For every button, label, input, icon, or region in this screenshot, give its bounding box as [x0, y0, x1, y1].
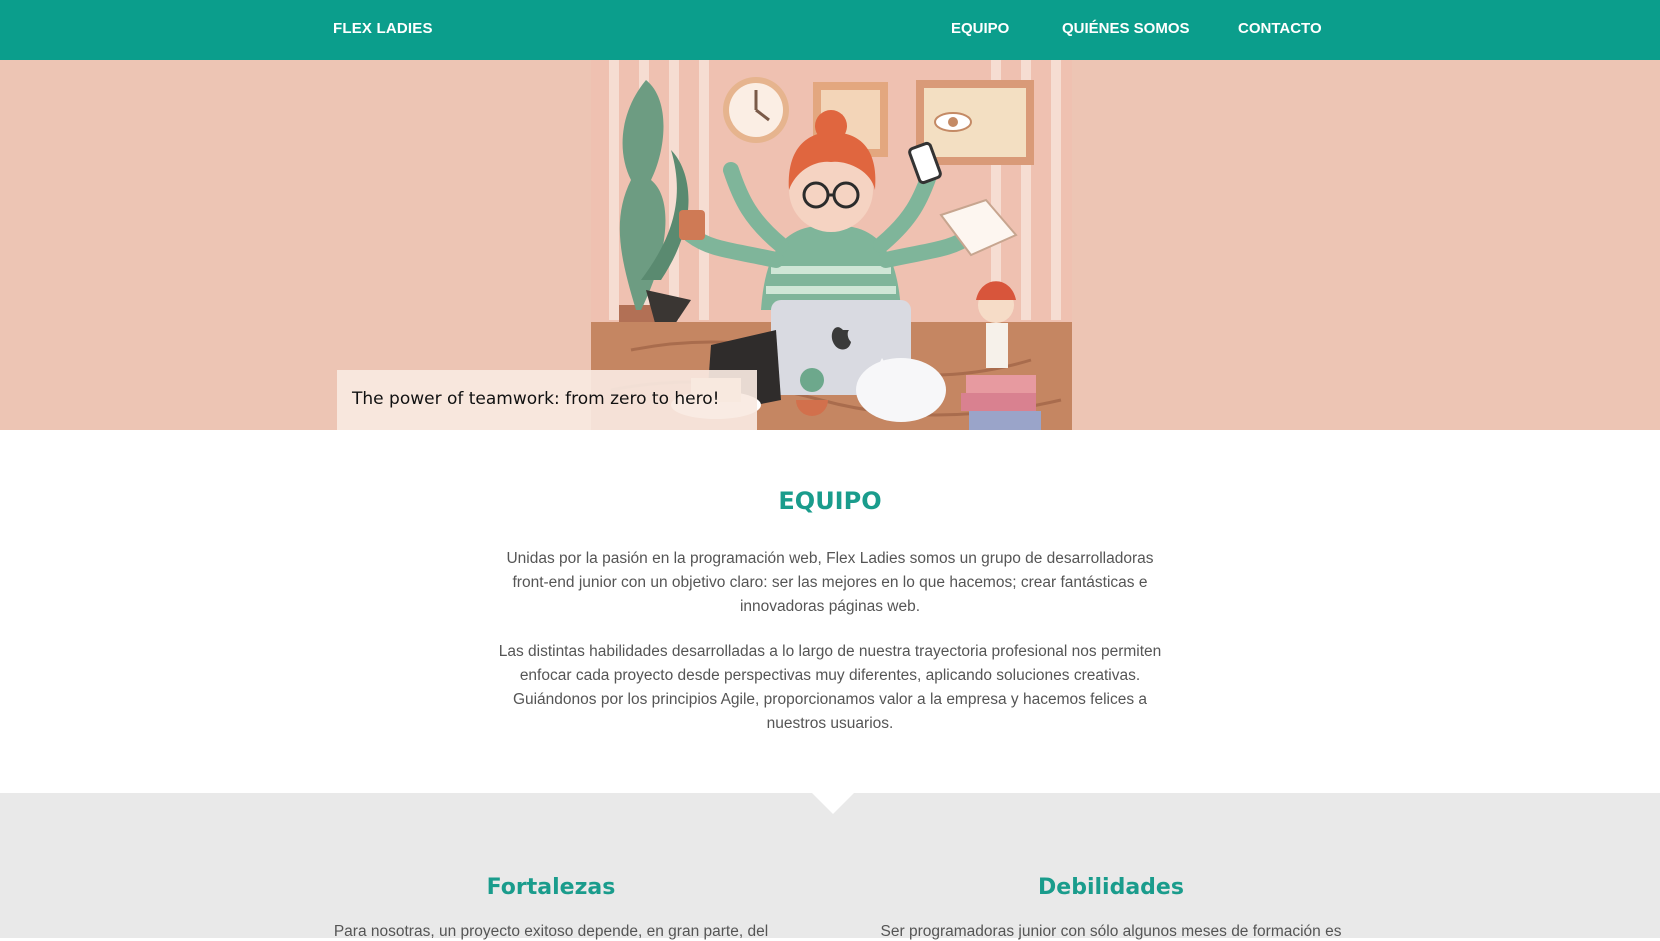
hero-caption: The power of teamwork: from zero to hero…	[337, 370, 757, 430]
equipo-paragraph-1: Unidas por la pasión en la programación …	[506, 550, 1154, 615]
section-title-equipo: EQUIPO	[778, 487, 882, 515]
column-text-fortalezas: Para nosotras, un proyecto exitoso depen…	[333, 923, 769, 940]
brand-logo-link[interactable]: FLEX LADIES	[333, 20, 433, 37]
section-divider-arrow	[812, 793, 854, 814]
equipo-paragraph-2: Las distintas habilidades desarrolladas …	[498, 643, 1162, 732]
column-title-fortalezas: Fortalezas	[486, 875, 616, 900]
hero-banner: The power of teamwork: from zero to hero…	[0, 60, 1660, 430]
column-text-debilidades: Ser programadoras junior con sólo alguno…	[880, 923, 1342, 940]
nav-link-contacto[interactable]: CONTACTO	[1238, 20, 1322, 37]
hero-caption-text: The power of teamwork: from zero to hero…	[352, 389, 720, 409]
nav-link-equipo[interactable]: EQUIPO	[951, 20, 1009, 37]
strengths-weaknesses-section: Fortalezas Para nosotras, un proyecto ex…	[0, 793, 1660, 940]
nav-link-quienes-somos[interactable]: QUIÉNES SOMOS	[1062, 20, 1190, 37]
top-navbar: FLEX LADIES EQUIPO QUIÉNES SOMOS CONTACT…	[0, 0, 1660, 60]
column-title-debilidades: Debilidades	[1038, 875, 1184, 900]
